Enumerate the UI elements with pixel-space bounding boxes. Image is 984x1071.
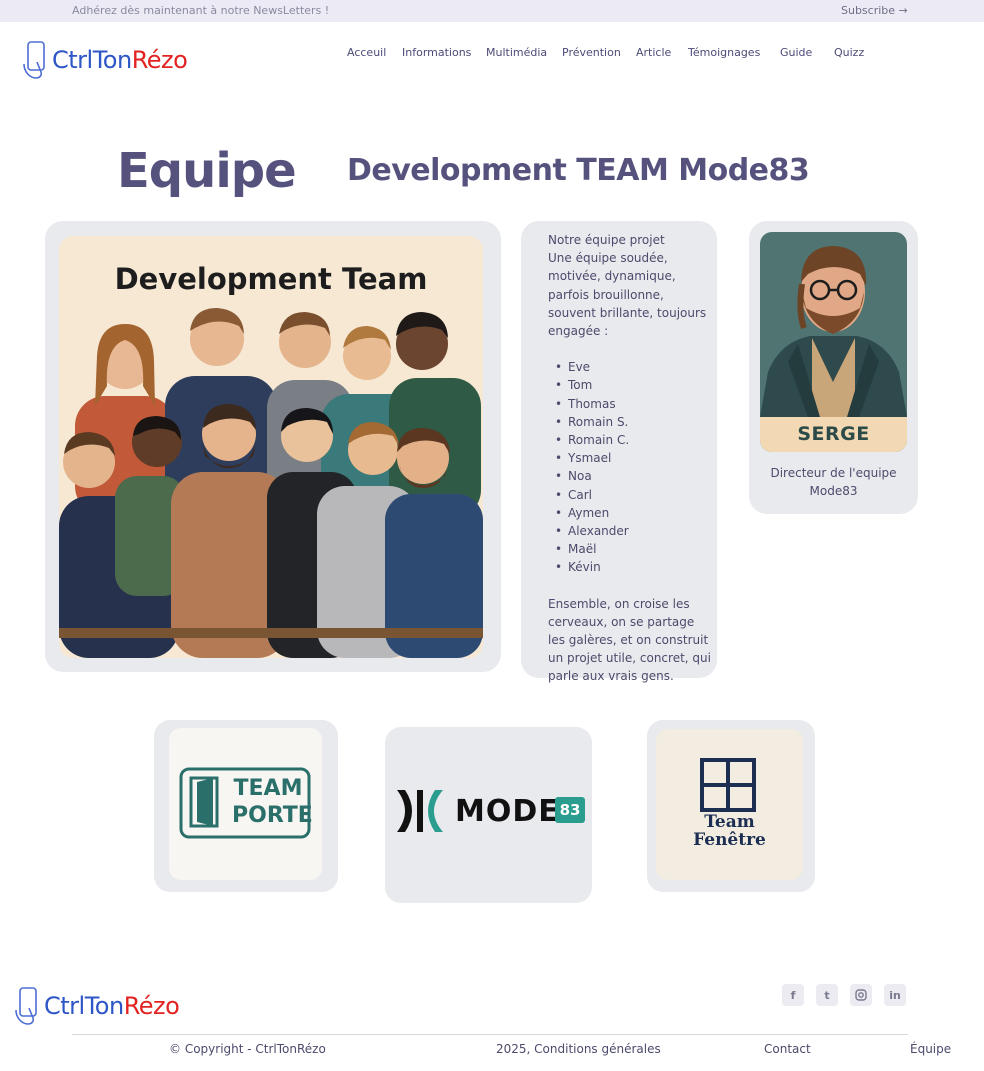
team-porte-line-1: TEAM: [233, 776, 303, 801]
list-item: Ysmael: [548, 449, 713, 467]
list-item: Aymen: [548, 504, 713, 522]
nav-item-informations[interactable]: Informations: [402, 46, 471, 59]
nav-item-accueil[interactable]: Acceuil: [347, 46, 386, 59]
linkedin-icon[interactable]: in: [884, 984, 906, 1006]
director-card: SERGE Directeur de l'equipe Mode83: [749, 221, 918, 514]
mode83-card: MODE 83: [385, 727, 592, 903]
team-intro: Une équipe soudée, motivée, dynamique, p…: [548, 251, 707, 339]
team-outro: Ensemble, on croise les cerveaux, on se …: [548, 596, 711, 684]
nav-item-guide[interactable]: Guide: [780, 46, 812, 59]
team-fenetre-line-1: Team: [704, 812, 755, 832]
director-portrait: SERGE: [760, 232, 907, 452]
list-item: Alexander: [548, 522, 713, 540]
list-item: Romain S.: [548, 413, 713, 431]
footer-contact-link[interactable]: Contact: [764, 1042, 811, 1056]
brand-part-1: CtrlTon: [44, 992, 124, 1020]
list-item: Maël: [548, 540, 713, 558]
team-member-list: Eve Tom Thomas Romain S. Romain C. Ysmae…: [548, 358, 713, 577]
mode83-word: MODE: [455, 794, 560, 829]
newsletter-text: Adhérez dès maintenant à notre NewsLette…: [72, 4, 330, 17]
newsletter-bar: Adhérez dès maintenant à notre NewsLette…: [0, 0, 984, 22]
list-item: Tom: [548, 376, 713, 394]
team-porte-card: TEAM PORTE: [154, 720, 338, 892]
team-description-card: Notre équipe projet Une équipe soudée, m…: [521, 221, 717, 683]
team-fenetre-card: Team Fenêtre: [647, 720, 815, 892]
brand-part-2: Rézo: [123, 992, 180, 1020]
director-role: Directeur de l'equipe Mode83: [770, 466, 897, 498]
director-illustration: [760, 246, 907, 417]
main-nav: Acceuil Informations Multimédia Préventi…: [0, 46, 984, 62]
footer-copyright: © Copyright - CtrlTonRézo: [169, 1042, 326, 1056]
team-title: Development TEAM Mode83: [347, 153, 810, 188]
team-porte-text: TEAM PORTE: [232, 775, 313, 829]
twitter-icon[interactable]: t: [816, 984, 838, 1006]
team-porte-line-2: PORTE: [232, 803, 313, 828]
instagram-icon[interactable]: [850, 984, 872, 1006]
director-name: SERGE: [760, 417, 907, 452]
team-fenetre-text: Team Fenêtre: [656, 813, 803, 849]
team-heading: Notre équipe projet: [548, 233, 665, 247]
list-item: Eve: [548, 358, 713, 376]
mode83-number: 83: [555, 797, 585, 823]
page-title: Equipe: [117, 143, 297, 199]
nav-item-multimedia[interactable]: Multimédia: [486, 46, 547, 59]
list-item: Romain C.: [548, 431, 713, 449]
footer-equipe-link[interactable]: Équipe: [910, 1042, 951, 1056]
nav-item-quizz[interactable]: Quizz: [834, 46, 864, 59]
footer-logo[interactable]: CtrlTonRézo: [14, 986, 180, 1026]
team-illustration: [59, 308, 483, 658]
list-item: Carl: [548, 486, 713, 504]
list-item: Thomas: [548, 395, 713, 413]
nav-item-prevention[interactable]: Prévention: [562, 46, 621, 59]
team-porte-logo: TEAM PORTE: [169, 728, 322, 880]
nav-item-article[interactable]: Article: [636, 46, 671, 59]
facebook-icon[interactable]: f: [782, 984, 804, 1006]
window-icon: [700, 758, 756, 812]
footer-divider: [72, 1034, 908, 1035]
nav-item-temoignages[interactable]: Témoignages: [688, 46, 760, 59]
mode83-mark-icon: [397, 790, 443, 832]
team-fenetre-logo: Team Fenêtre: [656, 729, 803, 880]
footer-conditions-link[interactable]: 2025, Conditions générales: [496, 1042, 661, 1056]
team-fenetre-line-2: Fenêtre: [693, 830, 766, 850]
subscribe-link[interactable]: Subscribe →: [841, 4, 908, 17]
phone-icon: [14, 986, 42, 1026]
team-photo: Development Team: [59, 236, 483, 658]
list-item: Kévin: [548, 558, 713, 576]
list-item: Noa: [548, 467, 713, 485]
